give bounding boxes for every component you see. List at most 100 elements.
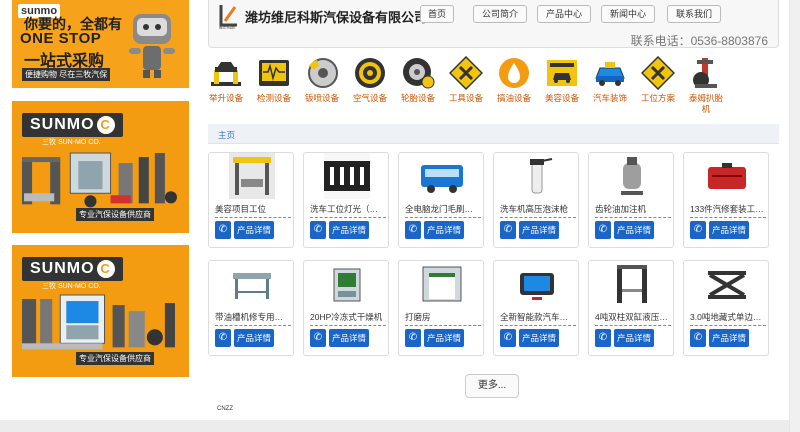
category-tools[interactable]: 工具设备 — [446, 56, 486, 104]
product-card[interactable]: 美容项目工位 ✆ 产品详情 — [208, 152, 294, 248]
nav-about[interactable]: 公司简介 — [473, 5, 527, 23]
product-detail-button[interactable]: 产品详情 — [234, 221, 274, 239]
workstation-sign-icon — [641, 56, 675, 90]
product-card[interactable]: 全电脑龙门毛刷大巴... ✆ 产品详情 — [398, 152, 484, 248]
nav-products[interactable]: 产品中心 — [537, 5, 591, 23]
category-label: 检测设备 — [256, 93, 291, 103]
product-title[interactable]: 美容项目工位 — [215, 203, 291, 218]
category-label: 空气设备 — [352, 93, 387, 103]
product-title[interactable]: 带油槽机修专用工作... — [215, 311, 291, 326]
product-detail-button[interactable]: 产品详情 — [614, 329, 654, 347]
category-label: 泰姆扒胎机 — [688, 93, 723, 114]
product-thumb-icon — [704, 153, 750, 199]
phone-call-icon[interactable]: ✆ — [215, 221, 231, 239]
sunmo-logo: SUNMO C — [22, 257, 123, 281]
product-detail-button[interactable]: 产品详情 — [424, 221, 464, 239]
product-thumb-icon — [324, 153, 370, 199]
phone-call-icon[interactable]: ✆ — [690, 221, 706, 239]
product-card[interactable]: 洗车工位灯光（不合... ✆ 产品详情 — [303, 152, 389, 248]
product-title[interactable]: 133件汽修套装工具... — [690, 203, 766, 218]
product-card[interactable]: 133件汽修套装工具... ✆ 产品详情 — [683, 152, 769, 248]
product-thumb-icon — [609, 261, 655, 307]
cnzz-logo[interactable]: CNZZ — [217, 406, 233, 412]
product-detail-button[interactable]: 产品详情 — [329, 221, 369, 239]
page: sunmo 你要的，全都有 ONE STOP 一站式采购 便捷购物 尽在三牧汽保… — [0, 0, 800, 432]
company-logo-icon[interactable]: 维尼科斯 — [217, 3, 241, 29]
phone-call-icon[interactable]: ✆ — [500, 329, 516, 347]
category-tire[interactable]: 轮胎设备 — [398, 56, 438, 104]
product-detail-button[interactable]: 产品详情 — [234, 329, 274, 347]
product-detail-button[interactable]: 产品详情 — [329, 329, 369, 347]
product-thumb-icon — [514, 153, 560, 199]
category-tire-changer[interactable]: 泰姆扒胎机 — [686, 56, 726, 115]
oil-icon — [499, 58, 529, 88]
category-label: 工位方案 — [640, 93, 675, 103]
category-paint[interactable]: 钣喷设备 — [302, 56, 342, 104]
category-decoration[interactable]: 汽车装饰 — [590, 56, 630, 104]
category-lift[interactable]: 举升设备 — [206, 56, 246, 104]
left-banner-column: sunmo 你要的，全都有 ONE STOP 一站式采购 便捷购物 尽在三牧汽保… — [0, 0, 200, 432]
product-detail-button[interactable]: 产品详情 — [424, 329, 464, 347]
banner-line4: 便捷购物 尽在三牧汽保 — [22, 68, 111, 81]
product-detail-button[interactable]: 产品详情 — [519, 221, 559, 239]
product-detail-button[interactable]: 产品详情 — [709, 221, 749, 239]
tire-changer-icon — [693, 58, 717, 88]
product-title[interactable]: 4吨双柱双缸液压举... — [595, 311, 671, 326]
phone-call-icon[interactable]: ✆ — [405, 329, 421, 347]
banner-sub: 三牧 SUN-MO CO. — [42, 139, 101, 146]
sunmo-c-icon: C — [96, 116, 115, 134]
product-card[interactable]: 带油槽机修专用工作... ✆ 产品详情 — [208, 260, 294, 356]
one-stop-banner[interactable]: sunmo 你要的，全都有 ONE STOP 一站式采购 便捷购物 尽在三牧汽保 — [12, 0, 189, 88]
phone-call-icon[interactable]: ✆ — [690, 329, 706, 347]
sunmo-logo-text: SUNMO — [30, 116, 95, 133]
product-card[interactable]: 打磨房 ✆ 产品详情 — [398, 260, 484, 356]
product-thumb-icon — [419, 153, 465, 199]
breadcrumb: 主页 — [208, 124, 779, 144]
product-detail-button[interactable]: 产品详情 — [709, 329, 749, 347]
category-bar: 举升设备 检测设备 钣喷设备 空气设备 轮胎设备 工具设备 搞油设备 美容设备 … — [204, 56, 784, 120]
product-title[interactable]: 全新智能款汽车诊断... — [500, 311, 576, 326]
scrollbar[interactable] — [789, 0, 800, 432]
nav-contact[interactable]: 联系我们 — [667, 5, 721, 23]
main-content: 维尼科斯 潍坊维尼科斯汽保设备有限公司 首页 公司简介 产品中心 新闻中心 联系… — [200, 0, 800, 432]
product-card[interactable]: 4吨双柱双缸液压举... ✆ 产品详情 — [588, 260, 674, 356]
product-title[interactable]: 20HP冷冻式干燥机 — [310, 311, 386, 326]
sunmo-banner-2[interactable]: SUNMO C 三牧 SUN-MO CO. 专业汽保设备供应商 — [12, 245, 189, 377]
phone-call-icon[interactable]: ✆ — [405, 221, 421, 239]
product-detail-button[interactable]: 产品详情 — [519, 329, 559, 347]
product-title[interactable]: 全电脑龙门毛刷大巴... — [405, 203, 481, 218]
nav-news[interactable]: 新闻中心 — [601, 5, 655, 23]
product-detail-button[interactable]: 产品详情 — [614, 221, 654, 239]
header-bar: 维尼科斯 潍坊维尼科斯汽保设备有限公司 首页 公司简介 产品中心 新闻中心 联系… — [208, 0, 779, 48]
product-card[interactable]: 全新智能款汽车诊断... ✆ 产品详情 — [493, 260, 579, 356]
category-testing[interactable]: 检测设备 — [254, 56, 294, 104]
product-title[interactable]: 3.0吨地藏式单边拉... — [690, 311, 766, 326]
product-title[interactable]: 打磨房 — [405, 311, 481, 326]
more-button[interactable]: 更多... — [465, 374, 519, 398]
phone-call-icon[interactable]: ✆ — [215, 329, 231, 347]
category-workstation[interactable]: 工位方案 — [638, 56, 678, 104]
product-card[interactable]: 齿轮油加注机 ✆ 产品详情 — [588, 152, 674, 248]
sunmo-logo-text: SUNMO — [30, 260, 95, 277]
phone-call-icon[interactable]: ✆ — [310, 221, 326, 239]
product-title[interactable]: 洗车工位灯光（不合... — [310, 203, 386, 218]
category-oil[interactable]: 搞油设备 — [494, 56, 534, 104]
product-card[interactable]: 20HP冷冻式干燥机 ✆ 产品详情 — [303, 260, 389, 356]
phone-call-icon[interactable]: ✆ — [310, 329, 326, 347]
category-beauty[interactable]: 美容设备 — [542, 56, 582, 104]
tools-sign-icon — [449, 56, 483, 90]
product-card[interactable]: 洗车机高压泡沫枪 ✆ 产品详情 — [493, 152, 579, 248]
sunmo-banner-1[interactable]: SUNMO C 三牧 SUN-MO CO. 专业汽保设备供应商 — [12, 101, 189, 233]
phone-call-icon[interactable]: ✆ — [595, 221, 611, 239]
category-air[interactable]: 空气设备 — [350, 56, 390, 104]
product-title[interactable]: 洗车机高压泡沫枪 — [500, 203, 576, 218]
product-thumb-icon — [324, 261, 370, 307]
oscilloscope-icon — [259, 60, 289, 86]
product-title[interactable]: 齿轮油加注机 — [595, 203, 671, 218]
sunmo-c-icon: C — [96, 260, 115, 278]
breadcrumb-home[interactable]: 主页 — [218, 129, 235, 141]
phone-call-icon[interactable]: ✆ — [595, 329, 611, 347]
phone-call-icon[interactable]: ✆ — [500, 221, 516, 239]
product-card[interactable]: 3.0吨地藏式单边拉... ✆ 产品详情 — [683, 260, 769, 356]
nav-home[interactable]: 首页 — [420, 5, 454, 23]
